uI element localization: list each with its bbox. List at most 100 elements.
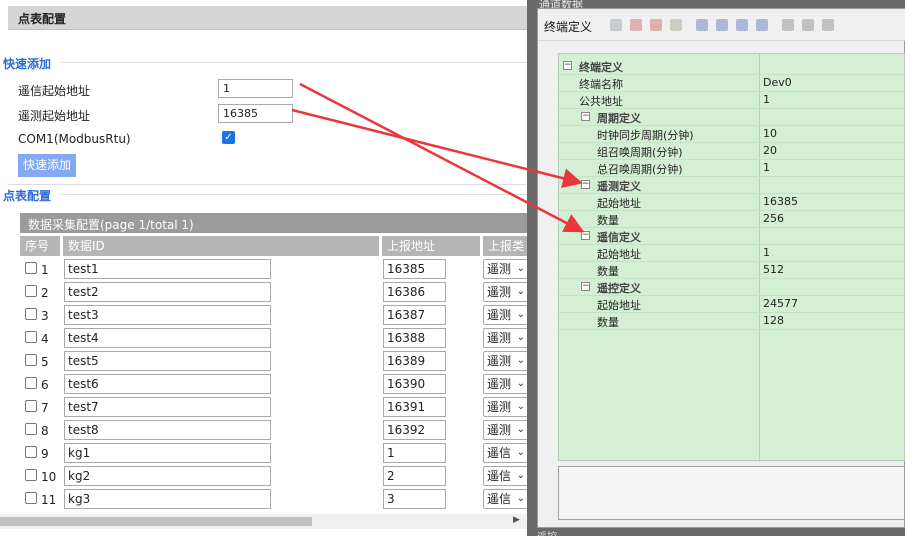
row-checkbox[interactable] [25, 469, 37, 481]
first-icon[interactable] [696, 19, 708, 31]
row-checkbox[interactable] [25, 377, 37, 389]
row-checkbox[interactable] [25, 331, 37, 343]
report-address-input[interactable]: 16385 [383, 259, 446, 279]
property-value[interactable]: 1 [763, 93, 770, 106]
row-index: 6 [41, 378, 49, 392]
data-id-input[interactable]: test2 [64, 282, 271, 302]
report-address-input[interactable]: 16389 [383, 351, 446, 371]
property-value[interactable]: 128 [763, 314, 784, 327]
row-checkbox[interactable] [25, 285, 37, 297]
property-value[interactable]: 512 [763, 263, 784, 276]
remove-icon[interactable] [650, 19, 662, 31]
property-value[interactable]: Dev0 [763, 76, 792, 89]
report-address-input[interactable]: 16388 [383, 328, 446, 348]
edit-icon[interactable] [670, 19, 682, 31]
yc-start-input[interactable]: 16385 [218, 104, 293, 123]
save-icon[interactable] [802, 19, 814, 31]
row-checkbox[interactable] [25, 354, 37, 366]
property-row[interactable]: 组召唤周期(分钟) 20 [559, 143, 905, 160]
data-id-input[interactable]: test4 [64, 328, 271, 348]
data-id-input[interactable]: test5 [64, 351, 271, 371]
data-id-input[interactable]: test3 [64, 305, 271, 325]
refresh-icon[interactable] [822, 19, 834, 31]
data-id-input[interactable]: test8 [64, 420, 271, 440]
data-id-input[interactable]: test1 [64, 259, 271, 279]
row-index: 3 [41, 309, 49, 323]
quick-add-button[interactable]: 快速添加 [18, 154, 76, 177]
property-category[interactable]: − 终端定义 [559, 58, 905, 75]
report-type-select[interactable]: 遥信 ⌄ [483, 489, 527, 509]
report-address-input[interactable]: 16390 [383, 374, 446, 394]
settings-icon[interactable] [782, 19, 794, 31]
report-address-input[interactable]: 3 [383, 489, 446, 509]
next-icon[interactable] [736, 19, 748, 31]
collapse-icon[interactable]: − [563, 61, 572, 70]
property-row[interactable]: 数量 256 [559, 211, 905, 228]
yx-start-input[interactable]: 1 [218, 79, 293, 98]
property-row[interactable]: 起始地址 24577 [559, 296, 905, 313]
property-category[interactable]: − 周期定义 [559, 109, 905, 126]
report-address-input[interactable]: 16392 [383, 420, 446, 440]
property-value[interactable]: 24577 [763, 297, 798, 310]
com-port-checkbox[interactable]: ✓ [222, 131, 235, 144]
scroll-right-arrow-icon[interactable]: ▶ [513, 515, 520, 525]
report-type-select[interactable]: 遥信 ⌄ [483, 443, 527, 463]
report-address-input[interactable]: 16387 [383, 305, 446, 325]
property-row[interactable]: 起始地址 1 [559, 245, 905, 262]
property-category[interactable]: − 遥控定义 [559, 279, 905, 296]
data-id-input[interactable]: test6 [64, 374, 271, 394]
new-icon[interactable] [610, 19, 622, 31]
row-checkbox[interactable] [25, 423, 37, 435]
property-category[interactable]: − 遥信定义 [559, 228, 905, 245]
report-type-select[interactable]: 遥信 ⌄ [483, 466, 527, 486]
report-address-input[interactable]: 2 [383, 466, 446, 486]
property-row[interactable]: 公共地址 1 [559, 92, 905, 109]
report-type-select[interactable]: 遥测 ⌄ [483, 374, 527, 394]
data-id-input[interactable]: kg2 [64, 466, 271, 486]
data-id-input[interactable]: kg1 [64, 443, 271, 463]
property-value[interactable]: 1 [763, 161, 770, 174]
property-value[interactable]: 10 [763, 127, 777, 140]
row-checkbox[interactable] [25, 262, 37, 274]
collapse-icon[interactable]: − [581, 112, 590, 121]
row-checkbox[interactable] [25, 492, 37, 504]
report-address-input[interactable]: 1 [383, 443, 446, 463]
horizontal-scrollbar[interactable]: ▶ [0, 514, 527, 529]
property-row[interactable]: 时钟同步周期(分钟) 10 [559, 126, 905, 143]
collapse-icon[interactable]: − [581, 282, 590, 291]
collapse-icon[interactable]: − [581, 231, 590, 240]
property-row[interactable]: 数量 512 [559, 262, 905, 279]
property-value[interactable]: 256 [763, 212, 784, 225]
property-label: 起始地址 [597, 248, 641, 261]
property-value[interactable]: 16385 [763, 195, 798, 208]
row-checkbox[interactable] [25, 400, 37, 412]
last-icon[interactable] [756, 19, 768, 31]
report-type-select[interactable]: 遥测 ⌄ [483, 397, 527, 417]
prev-icon[interactable] [716, 19, 728, 31]
collapse-icon[interactable]: − [581, 180, 590, 189]
report-type-select[interactable]: 遥测 ⌄ [483, 259, 527, 279]
point-config-heading: 点表配置 [3, 189, 52, 203]
report-address-input[interactable]: 16386 [383, 282, 446, 302]
property-row[interactable]: 终端名称 Dev0 [559, 75, 905, 92]
chevron-down-icon: ⌄ [516, 332, 525, 343]
property-row[interactable]: 起始地址 16385 [559, 194, 905, 211]
report-address-input[interactable]: 16391 [383, 397, 446, 417]
report-type-select[interactable]: 遥测 ⌄ [483, 282, 527, 302]
report-type-select[interactable]: 遥测 ⌄ [483, 420, 527, 440]
table-row: 5 test5 16389 遥测 ⌄ [20, 350, 527, 373]
data-id-input[interactable]: test7 [64, 397, 271, 417]
data-id-input[interactable]: kg3 [64, 489, 271, 509]
property-category[interactable]: − 遥测定义 [559, 177, 905, 194]
row-checkbox[interactable] [25, 446, 37, 458]
property-row[interactable]: 数量 128 [559, 313, 905, 330]
report-type-select[interactable]: 遥测 ⌄ [483, 305, 527, 325]
property-value[interactable]: 20 [763, 144, 777, 157]
report-type-select[interactable]: 遥测 ⌄ [483, 351, 527, 371]
row-checkbox[interactable] [25, 308, 37, 320]
property-value[interactable]: 1 [763, 246, 770, 259]
delete-icon[interactable] [630, 19, 642, 31]
property-row[interactable]: 总召唤周期(分钟) 1 [559, 160, 905, 177]
report-type-select[interactable]: 遥测 ⌄ [483, 328, 527, 348]
scrollbar-thumb[interactable] [0, 517, 312, 526]
